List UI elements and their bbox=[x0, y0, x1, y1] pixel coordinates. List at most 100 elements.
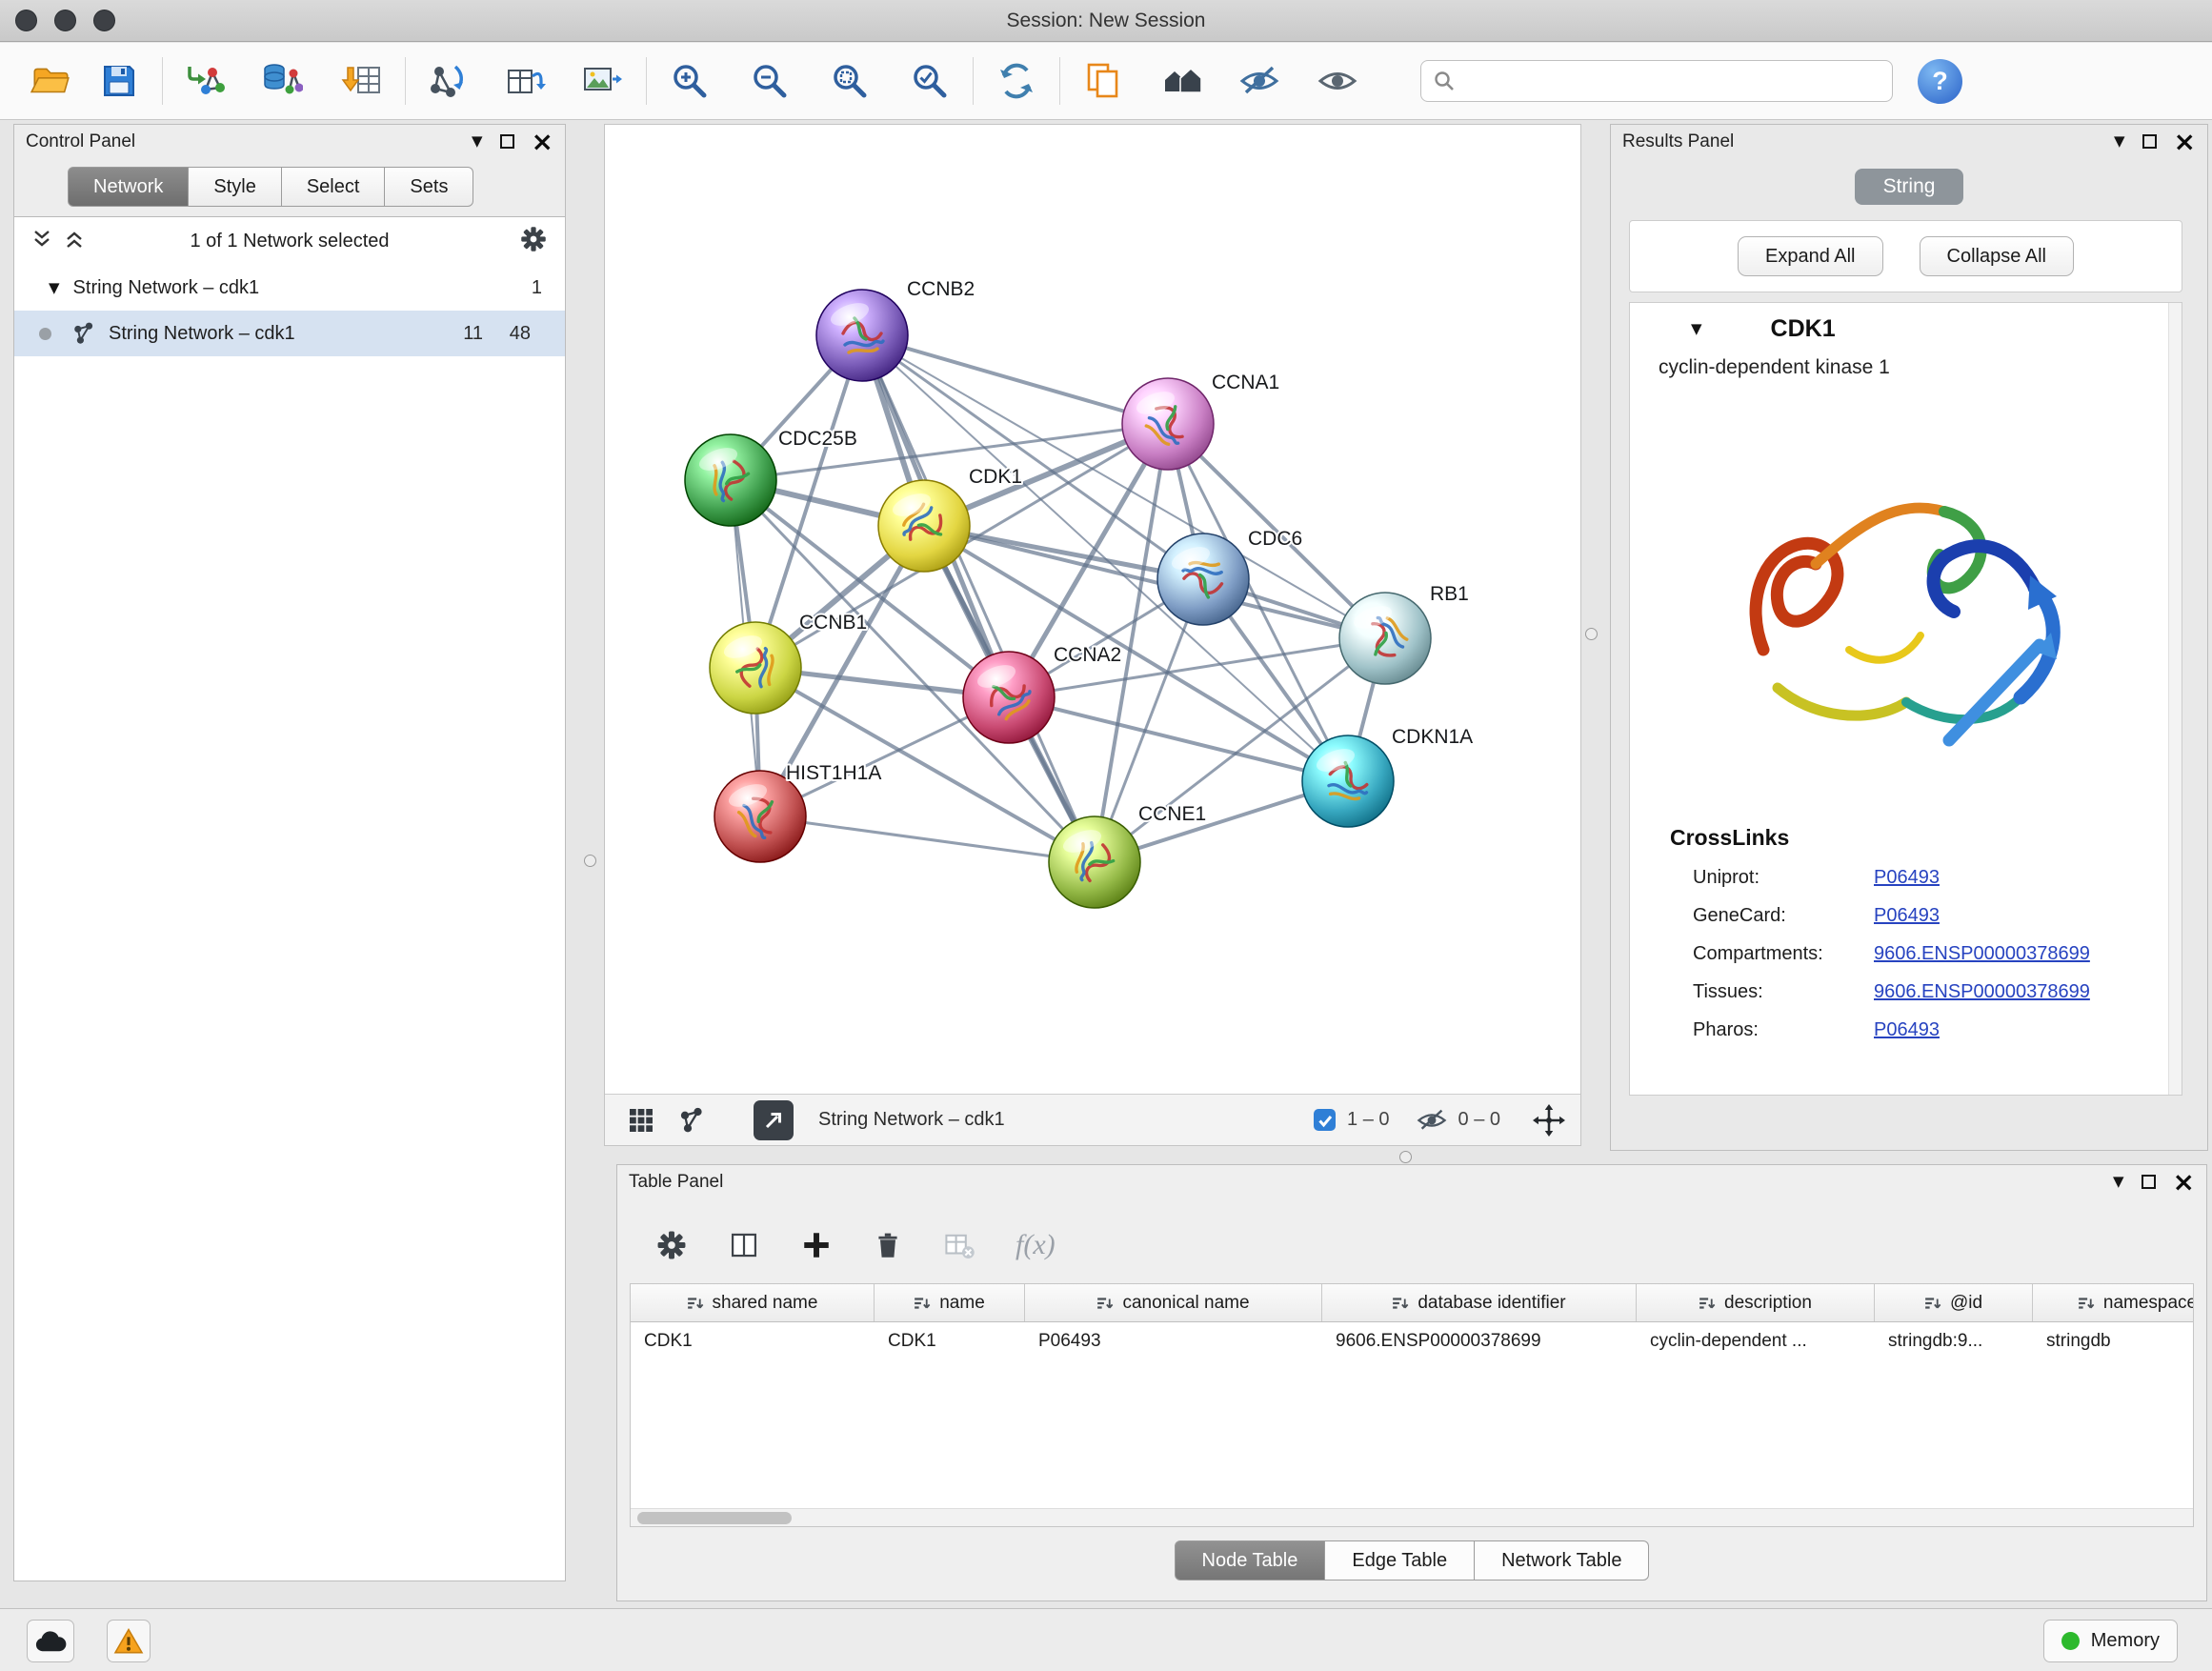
table-row[interactable]: CDK1 CDK1 P06493 9606.ENSP00000378699 cy… bbox=[631, 1322, 2193, 1360]
tab-edge-table[interactable]: Edge Table bbox=[1325, 1540, 1475, 1580]
results-panel-title: Results Panel bbox=[1622, 131, 1734, 152]
tab-node-table[interactable]: Node Table bbox=[1175, 1540, 1326, 1580]
search-input[interactable] bbox=[1463, 61, 1880, 101]
crosslink-link[interactable]: 9606.ENSP00000378699 bbox=[1874, 943, 2090, 965]
splitter-handle[interactable] bbox=[1585, 628, 1598, 640]
column-header-database-identifier[interactable]: database identifier bbox=[1322, 1284, 1637, 1321]
network-list-button[interactable] bbox=[670, 1099, 712, 1141]
column-header-id[interactable]: @id bbox=[1875, 1284, 2033, 1321]
close-panel-icon[interactable]: × bbox=[2174, 131, 2196, 152]
collection-expand-icon[interactable]: ▼ bbox=[49, 281, 60, 295]
close-panel-icon[interactable]: × bbox=[2173, 1172, 2195, 1193]
tab-network-table[interactable]: Network Table bbox=[1475, 1540, 1649, 1580]
gene-section-header[interactable]: ▼ CDK1 bbox=[1630, 303, 2182, 354]
crosslink-label: GeneCard: bbox=[1693, 905, 1874, 927]
zoom-window-button[interactable] bbox=[93, 10, 115, 31]
maximize-panel-icon[interactable] bbox=[2142, 134, 2157, 149]
column-header-description[interactable]: description bbox=[1637, 1284, 1875, 1321]
show-all-button[interactable] bbox=[1308, 51, 1367, 111]
minimize-window-button[interactable] bbox=[54, 10, 76, 31]
zoom-in-button[interactable] bbox=[660, 51, 719, 111]
network-edge[interactable] bbox=[862, 335, 1168, 424]
column-header-namespace[interactable]: namespace bbox=[2033, 1284, 2194, 1321]
warnings-button[interactable] bbox=[107, 1620, 151, 1662]
export-image-button[interactable] bbox=[573, 51, 633, 111]
search-box[interactable] bbox=[1420, 60, 1893, 102]
clone-network-button[interactable] bbox=[495, 51, 554, 111]
crosslink-link[interactable]: 9606.ENSP00000378699 bbox=[1874, 981, 2090, 1003]
tab-network[interactable]: Network bbox=[68, 167, 189, 207]
crosslink-link[interactable]: P06493 bbox=[1874, 905, 1940, 927]
copy-button[interactable] bbox=[1074, 51, 1133, 111]
float-panel-icon[interactable]: ▼ bbox=[2114, 134, 2125, 149]
close-panel-icon[interactable]: × bbox=[532, 131, 553, 152]
help-button[interactable]: ? bbox=[1918, 59, 1962, 104]
import-network-from-database-button[interactable] bbox=[252, 51, 312, 111]
zoom-selected-button[interactable] bbox=[900, 51, 959, 111]
pan-mode-button[interactable] bbox=[1533, 1104, 1565, 1137]
splitter-handle[interactable] bbox=[584, 855, 596, 867]
new-network-from-selection-button[interactable] bbox=[419, 51, 478, 111]
tab-sets[interactable]: Sets bbox=[385, 167, 473, 207]
maximize-panel-icon[interactable] bbox=[500, 134, 514, 149]
tree-options-button[interactable] bbox=[519, 225, 548, 258]
network-row-selected[interactable]: String Network – cdk1 11 48 bbox=[14, 311, 565, 356]
network-state-dot-icon bbox=[39, 328, 51, 340]
table-options-button[interactable] bbox=[655, 1229, 688, 1261]
results-scrollbar[interactable] bbox=[2168, 303, 2182, 1095]
string-results-tab[interactable]: String bbox=[1855, 169, 1963, 205]
horizontal-scrollbar[interactable] bbox=[631, 1508, 2193, 1526]
memory-button[interactable]: Memory bbox=[2043, 1620, 2178, 1662]
close-window-button[interactable] bbox=[15, 10, 37, 31]
zoom-fit-button[interactable] bbox=[820, 51, 879, 111]
open-folder-icon bbox=[29, 59, 72, 103]
column-header-canonical-name[interactable]: canonical name bbox=[1025, 1284, 1322, 1321]
show-columns-button[interactable] bbox=[728, 1229, 760, 1261]
tab-style[interactable]: Style bbox=[189, 167, 281, 207]
import-network-database-icon bbox=[261, 60, 303, 102]
maximize-panel-icon[interactable] bbox=[2142, 1175, 2156, 1189]
column-header-name[interactable]: name bbox=[875, 1284, 1025, 1321]
control-panel: Control Panel ▼ × Network Style Select S… bbox=[13, 124, 566, 1581]
save-icon bbox=[98, 60, 140, 102]
delete-column-button[interactable] bbox=[873, 1229, 903, 1261]
crosslink-link[interactable]: P06493 bbox=[1874, 867, 1940, 889]
collapse-all-chevron-icon[interactable] bbox=[31, 229, 52, 254]
crosslink-row: Compartments: 9606.ENSP00000378699 bbox=[1630, 943, 2182, 965]
crosslink-row: Uniprot: P06493 bbox=[1630, 867, 2182, 889]
collapse-all-button[interactable]: Collapse All bbox=[1920, 236, 2075, 276]
home-button[interactable] bbox=[1154, 51, 1213, 111]
tab-select[interactable]: Select bbox=[282, 167, 386, 207]
float-panel-icon[interactable]: ▼ bbox=[2113, 1175, 2124, 1189]
splitter-handle[interactable] bbox=[1399, 1151, 1412, 1163]
create-column-button[interactable] bbox=[800, 1229, 833, 1261]
birdseye-view-button[interactable] bbox=[754, 1100, 794, 1140]
node-table: shared name name canonical name database… bbox=[630, 1283, 2194, 1527]
selected-checkbox[interactable] bbox=[1314, 1109, 1336, 1131]
expand-all-chevron-icon[interactable] bbox=[64, 229, 85, 254]
grid-view-button[interactable] bbox=[620, 1099, 662, 1141]
expand-all-button[interactable]: Expand All bbox=[1738, 236, 1883, 276]
network-edge[interactable] bbox=[760, 816, 1095, 862]
crosslink-link[interactable]: P06493 bbox=[1874, 1019, 1940, 1041]
network-collection-row[interactable]: ▼ String Network – cdk1 1 bbox=[14, 265, 565, 311]
network-canvas[interactable]: CCNB2CCNA1CDC25BCDK1CDC6RB1CCNB1CCNA2CDK… bbox=[605, 125, 1580, 1094]
cell-database-identifier: 9606.ENSP00000378699 bbox=[1322, 1331, 1637, 1352]
function-builder-button[interactable]: f(x) bbox=[1016, 1229, 1056, 1261]
network-node-label: CCNB2 bbox=[907, 278, 975, 300]
cloud-status-button[interactable] bbox=[27, 1620, 74, 1662]
zoom-out-button[interactable] bbox=[740, 51, 799, 111]
table-panel: Table Panel ▼ × bbox=[616, 1164, 2207, 1601]
save-session-button[interactable] bbox=[90, 51, 149, 111]
column-label: canonical name bbox=[1122, 1293, 1249, 1314]
scrollbar-thumb[interactable] bbox=[637, 1512, 792, 1524]
import-network-from-file-button[interactable] bbox=[176, 51, 235, 111]
import-table-from-file-button[interactable] bbox=[332, 51, 392, 111]
network-edge[interactable] bbox=[862, 335, 1095, 862]
column-header-shared-name[interactable]: shared name bbox=[631, 1284, 875, 1321]
open-session-button[interactable] bbox=[21, 51, 80, 111]
hide-selected-button[interactable] bbox=[1230, 51, 1289, 111]
refresh-view-button[interactable] bbox=[987, 51, 1046, 111]
gene-collapse-icon[interactable]: ▼ bbox=[1691, 322, 1702, 336]
float-panel-icon[interactable]: ▼ bbox=[472, 134, 483, 149]
